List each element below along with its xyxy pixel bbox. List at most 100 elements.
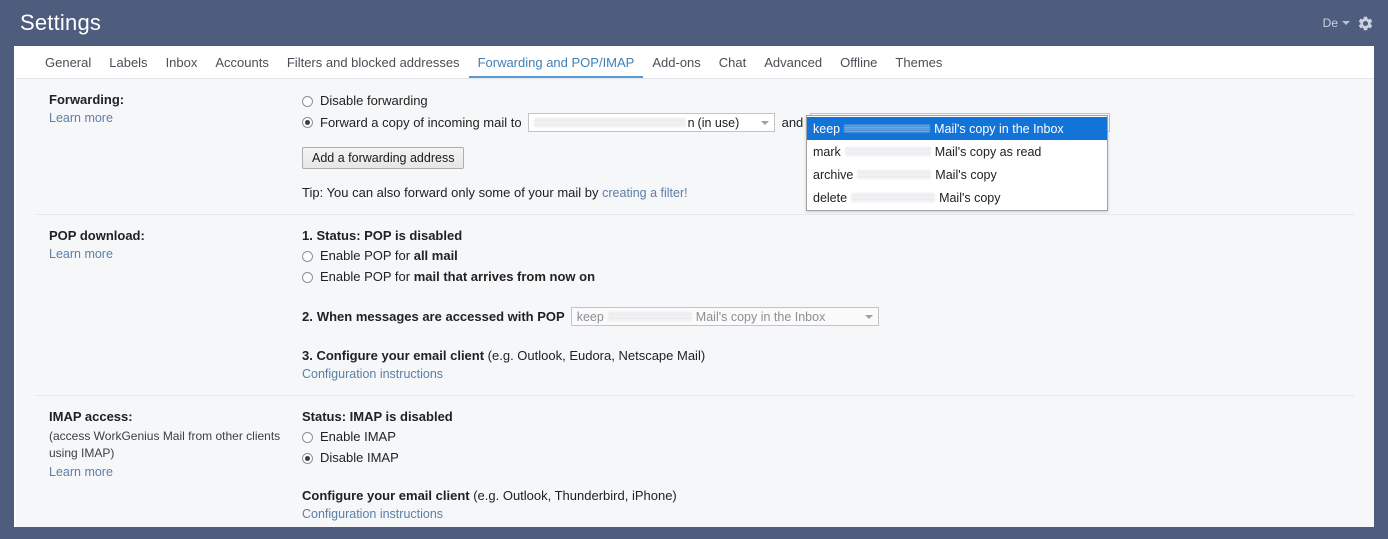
imap-enable-radio[interactable] <box>302 432 313 443</box>
gear-icon[interactable] <box>1357 15 1374 32</box>
tab-filters-and-blocked-addresses[interactable]: Filters and blocked addresses <box>278 56 469 78</box>
dropdown-option-delete[interactable]: delete Mail's copy <box>807 186 1107 209</box>
forwarding-label-column: Forwarding: Learn more <box>36 91 302 200</box>
forwarding-main-column: Disable forwarding Forward a copy of inc… <box>302 91 1354 200</box>
chevron-down-icon <box>865 315 873 319</box>
tab-inbox[interactable]: Inbox <box>157 56 207 78</box>
pop-label-column: POP download: Learn more <box>36 227 302 381</box>
tab-general[interactable]: General <box>36 56 100 78</box>
imap-access-section: IMAP access: (access WorkGenius Mail fro… <box>36 396 1354 527</box>
language-label: De <box>1323 16 1338 30</box>
creating-a-filter-link[interactable]: creating a filter! <box>602 186 687 200</box>
imap-note: (access WorkGenius Mail from other clien… <box>49 428 302 462</box>
dropdown-option-archive-suffix: Mail's copy <box>935 168 996 182</box>
pop-action-suffix: Mail's copy in the Inbox <box>696 310 826 324</box>
dropdown-option-keep[interactable]: keep Mail's copy in the Inbox <box>807 117 1107 140</box>
disable-forwarding-radio[interactable] <box>302 96 313 107</box>
imap-disable-label: Disable IMAP <box>320 449 399 467</box>
forwarding-section: Forwarding: Learn more Disable forwardin… <box>36 79 1354 215</box>
pop-enable-new-mail-radio[interactable] <box>302 272 313 283</box>
imap-config-bold: Configure your email client <box>302 488 470 503</box>
redacted-domain <box>851 193 935 202</box>
dropdown-option-delete-suffix: Mail's copy <box>939 191 1000 205</box>
forward-copy-label: Forward a copy of incoming mail to <box>320 114 522 132</box>
pop-enable-all-mail-row[interactable]: Enable POP for all mail <box>302 247 1354 265</box>
imap-status-line: Status: IMAP is disabled <box>302 409 1354 424</box>
dropdown-option-mark-suffix: Mail's copy as read <box>935 145 1042 159</box>
pop-title: POP download: <box>49 228 302 243</box>
forwarding-address-trailing: n <box>688 114 695 132</box>
pop-status-line: 1. Status: POP is disabled <box>302 228 1354 243</box>
settings-content: Forwarding: Learn more Disable forwardin… <box>16 79 1374 526</box>
pop-action-select[interactable]: keep Mail's copy in the Inbox <box>571 307 879 326</box>
settings-window: General Labels Inbox Accounts Filters an… <box>14 46 1374 527</box>
pop-enable-new-mail-label: Enable POP for mail that arrives from no… <box>320 268 595 286</box>
redacted-domain <box>844 124 930 133</box>
forwarding-address-select[interactable]: n (in use) <box>528 113 775 132</box>
language-selector[interactable]: De <box>1323 16 1350 30</box>
and-conjunction: and <box>782 114 804 132</box>
imap-config-line: Configure your email client (e.g. Outloo… <box>302 488 1354 503</box>
imap-title: IMAP access: <box>49 409 302 424</box>
forwarding-learn-more-link[interactable]: Learn more <box>49 111 302 125</box>
imap-status-text: Status: IMAP is disabled <box>302 409 453 424</box>
redacted-domain <box>857 170 931 179</box>
forwarding-tip-text: Tip: You can also forward only some of y… <box>302 185 602 200</box>
dropdown-option-mark-prefix: mark <box>813 145 841 159</box>
imap-config-rest: (e.g. Outlook, Thunderbird, iPhone) <box>470 488 677 503</box>
pop-main-column: 1. Status: POP is disabled Enable POP fo… <box>302 227 1354 381</box>
forward-copy-radio[interactable] <box>302 117 313 128</box>
imap-configuration-instructions-link[interactable]: Configuration instructions <box>302 507 1354 521</box>
tab-accounts[interactable]: Accounts <box>206 56 277 78</box>
imap-learn-more-link[interactable]: Learn more <box>49 465 302 479</box>
forwarding-title: Forwarding: <box>49 92 302 107</box>
pop-enable-new-mail-row[interactable]: Enable POP for mail that arrives from no… <box>302 268 1354 286</box>
pop-step2-line: 2. When messages are accessed with POP k… <box>302 307 1354 326</box>
forwarding-action-dropdown[interactable]: keep Mail's copy in the Inbox mark Mail'… <box>806 115 1108 211</box>
pop-enable-all-mail-radio[interactable] <box>302 251 313 262</box>
dropdown-option-mark[interactable]: mark Mail's copy as read <box>807 140 1107 163</box>
dropdown-option-delete-prefix: delete <box>813 191 847 205</box>
tab-forwarding-and-pop-imap[interactable]: Forwarding and POP/IMAP <box>469 56 644 78</box>
pop-status-number: 1. <box>302 228 313 243</box>
disable-forwarding-label: Disable forwarding <box>320 92 428 110</box>
tab-add-ons[interactable]: Add-ons <box>643 56 709 78</box>
pop-step2-number: 2. <box>302 309 313 324</box>
forwarding-address-suffix: (in use) <box>698 114 740 132</box>
imap-disable-radio[interactable] <box>302 453 313 464</box>
pop-step3-bold: Configure your email client <box>316 348 484 363</box>
tab-labels[interactable]: Labels <box>100 56 156 78</box>
pop-step3-line: 3. Configure your email client (e.g. Out… <box>302 348 1354 363</box>
pop-learn-more-link[interactable]: Learn more <box>49 247 302 261</box>
pop-enable-all-mail-label: Enable POP for all mail <box>320 247 458 265</box>
redacted-email-address <box>534 118 686 127</box>
imap-enable-row[interactable]: Enable IMAP <box>302 428 1354 446</box>
imap-enable-label: Enable IMAP <box>320 428 396 446</box>
tab-themes[interactable]: Themes <box>886 56 951 78</box>
add-forwarding-address-button[interactable]: Add a forwarding address <box>302 147 464 169</box>
pop-configuration-instructions-link[interactable]: Configuration instructions <box>302 367 1354 381</box>
imap-label-column: IMAP access: (access WorkGenius Mail fro… <box>36 408 302 521</box>
dropdown-option-keep-suffix: Mail's copy in the Inbox <box>934 122 1064 136</box>
settings-tab-bar: General Labels Inbox Accounts Filters an… <box>16 46 1374 79</box>
redacted-domain <box>845 147 931 156</box>
disable-forwarding-row[interactable]: Disable forwarding <box>302 92 1354 110</box>
pop-download-section: POP download: Learn more 1. Status: POP … <box>36 215 1354 396</box>
imap-main-column: Status: IMAP is disabled Enable IMAP Dis… <box>302 408 1354 521</box>
title-bar: Settings De <box>0 0 1388 46</box>
pop-step2-text: When messages are accessed with POP <box>317 309 565 324</box>
dropdown-option-archive-prefix: archive <box>813 168 853 182</box>
dropdown-option-keep-prefix: keep <box>813 122 840 136</box>
tab-chat[interactable]: Chat <box>710 56 755 78</box>
imap-disable-row[interactable]: Disable IMAP <box>302 449 1354 467</box>
tab-advanced[interactable]: Advanced <box>755 56 831 78</box>
pop-step3-number: 3. <box>302 348 313 363</box>
pop-step3-rest: (e.g. Outlook, Eudora, Netscape Mail) <box>484 348 705 363</box>
page-title: Settings <box>20 10 101 36</box>
dropdown-option-archive[interactable]: archive Mail's copy <box>807 163 1107 186</box>
tab-offline[interactable]: Offline <box>831 56 886 78</box>
titlebar-actions: De <box>1323 15 1374 32</box>
redacted-domain <box>608 312 692 321</box>
chevron-down-icon <box>761 121 769 125</box>
pop-status-text: Status: POP is disabled <box>316 228 462 243</box>
